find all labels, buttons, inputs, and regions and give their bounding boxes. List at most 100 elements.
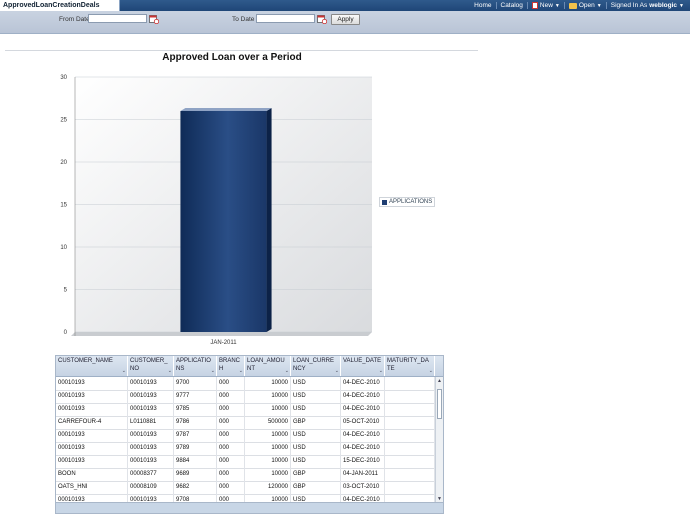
calendar-icon[interactable] (317, 14, 327, 24)
global-nav: Home Catalog New ▼ Open ▼ Signed In As w… (470, 0, 688, 11)
column-header[interactable]: MATURITY_DATE ⌄ (385, 356, 435, 376)
apply-button[interactable]: Apply (331, 14, 360, 25)
table-row[interactable]: 00010193 00010193 9785 000 10000 USD 04-DEC-20… (56, 403, 435, 417)
to-date-input[interactable] (256, 14, 315, 23)
table-cell: 10000 (245, 377, 291, 390)
table-cell: USD (291, 455, 341, 468)
catalog-link[interactable]: Catalog (495, 2, 527, 9)
table-cell: 04-DEC-2010 (341, 377, 385, 390)
table-cell: 9884 (174, 455, 217, 468)
from-date-input[interactable] (88, 14, 147, 23)
column-header-label: CUSTOMER_NO (130, 358, 168, 372)
column-header[interactable]: VALUE_DATE ⌄ (341, 356, 385, 376)
table-cell: 00010193 (128, 429, 174, 442)
table-cell (385, 390, 435, 403)
column-header[interactable]: LOAN_CURRENCY ⌄ (291, 356, 341, 376)
scroll-thumb[interactable] (437, 389, 442, 419)
table-cell: USD (291, 442, 341, 455)
sort-icon[interactable]: ⌄ (379, 367, 383, 375)
open-menu-label: Open (578, 2, 595, 9)
table-row[interactable]: 00010193 00010193 9700 000 10000 USD 04-DEC-20… (56, 377, 435, 391)
chevron-down-icon: ▼ (554, 2, 560, 9)
table-cell: OATS_HNI (56, 481, 128, 494)
y-tick-label: 0 (64, 330, 68, 336)
table-cell: 10000 (245, 429, 291, 442)
scroll-up-icon[interactable]: ▲ (437, 378, 442, 384)
table-cell: 9777 (174, 390, 217, 403)
table-cell: 00008377 (128, 468, 174, 481)
table-cell: USD (291, 390, 341, 403)
vertical-scrollbar[interactable]: ▲ ▼ (435, 377, 443, 503)
table-row[interactable]: CARREFOUR-4 L0110881 9786 000 500000 GBP 05-OC… (56, 416, 435, 430)
column-header[interactable]: BRANCH ⌄ (217, 356, 245, 376)
table-cell: 000 (217, 416, 245, 429)
table-cell (385, 442, 435, 455)
y-tick-label: 15 (60, 203, 67, 209)
y-tick-label: 10 (60, 245, 67, 251)
table-cell: USD (291, 403, 341, 416)
table-cell: 00010193 (56, 390, 128, 403)
column-header[interactable]: LOAN_AMOUNT ⌄ (245, 356, 291, 376)
table-cell: 00010193 (56, 377, 128, 390)
table-cell: 000 (217, 403, 245, 416)
plot-floor (71, 332, 372, 336)
table-cell (385, 403, 435, 416)
table-cell: 00010193 (128, 377, 174, 390)
calendar-icon[interactable] (149, 14, 159, 24)
new-menu[interactable]: New ▼ (526, 2, 564, 9)
table-cell: 9787 (174, 429, 217, 442)
username: weblogic (649, 2, 678, 9)
table-cell: 00010193 (56, 442, 128, 455)
table-cell: 10000 (245, 468, 291, 481)
table-row[interactable]: BOON 00008377 9689 000 10000 GBP 04-JAN-2011 (56, 468, 435, 482)
table-cell: 000 (217, 377, 245, 390)
y-tick-label: 25 (60, 118, 67, 124)
legend-label: APPLICATIONS (389, 199, 433, 205)
table-cell: 00010193 (128, 455, 174, 468)
user-menu[interactable]: Signed In As weblogic ▼ (605, 2, 688, 9)
table-footer (56, 502, 443, 513)
to-date-label: To Date (232, 16, 255, 23)
table-cell (385, 455, 435, 468)
sort-icon[interactable]: ⌄ (285, 367, 289, 375)
data-table: CUSTOMER_NAME ⌄ CUSTOMER_NO ⌄ APPLICATIONS ⌄ B… (55, 355, 444, 514)
table-cell: GBP (291, 481, 341, 494)
table-cell: 00010193 (56, 455, 128, 468)
sort-icon[interactable]: ⌄ (168, 367, 172, 375)
sort-icon[interactable]: ⌄ (239, 367, 243, 375)
chevron-down-icon: ▼ (596, 2, 602, 9)
home-link[interactable]: Home (470, 2, 495, 9)
folder-icon (568, 2, 577, 9)
table-cell (385, 468, 435, 481)
table-cell: USD (291, 429, 341, 442)
sort-icon[interactable]: ⌄ (335, 367, 339, 375)
table-cell: BOON (56, 468, 128, 481)
table-cell: 000 (217, 442, 245, 455)
sort-icon[interactable]: ⌄ (211, 367, 215, 375)
table-cell (385, 481, 435, 494)
open-menu[interactable]: Open ▼ (563, 2, 606, 9)
table-cell (385, 416, 435, 429)
table-row[interactable]: 00010193 00010193 9787 000 10000 USD 04-DEC-20… (56, 429, 435, 443)
column-header[interactable]: APPLICATIONS ⌄ (174, 356, 217, 376)
table-cell: USD (291, 377, 341, 390)
table-cell: 03-OCT-2010 (341, 481, 385, 494)
table-cell: 15-DEC-2010 (341, 455, 385, 468)
sort-icon[interactable]: ⌄ (122, 367, 126, 375)
column-header-label: LOAN_CURRENCY (293, 358, 335, 372)
table-cell: GBP (291, 468, 341, 481)
new-menu-label: New (539, 2, 553, 9)
table-row[interactable]: OATS_HNI 00008109 9682 000 120000 GBP 03-OCT-2… (56, 481, 435, 495)
column-header[interactable]: CUSTOMER_NO ⌄ (128, 356, 174, 376)
dashboard-tab[interactable]: ApprovedLoanCreationDeals (0, 0, 120, 11)
table-row[interactable]: 00010193 00010193 9789 000 10000 USD 04-DEC-20… (56, 442, 435, 456)
table-cell: 05-OCT-2010 (341, 416, 385, 429)
table-cell: 04-JAN-2011 (341, 468, 385, 481)
bar-chart: 0 5 10 15 20 25 30 JAN-2011 (60, 75, 372, 346)
table-cell: 00010193 (56, 429, 128, 442)
sort-icon[interactable]: ⌄ (429, 367, 433, 375)
column-header[interactable]: CUSTOMER_NAME ⌄ (56, 356, 128, 376)
table-row[interactable]: 00010193 00010193 9884 000 10000 USD 15-DEC-20… (56, 455, 435, 469)
table-cell: 00010193 (128, 390, 174, 403)
table-row[interactable]: 00010193 00010193 9777 000 10000 USD 04-DEC-20… (56, 390, 435, 404)
